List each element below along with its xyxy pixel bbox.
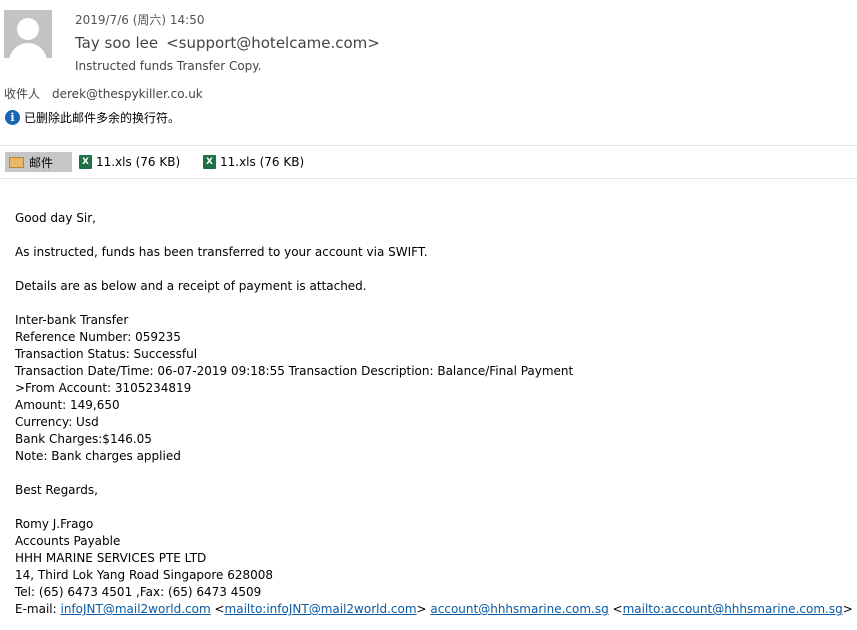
- detail-line: Reference Number: 059235: [15, 330, 181, 344]
- sender[interactable]: Tay soo lee <support@hotelcame.com>: [75, 34, 380, 52]
- mailto-link[interactable]: mailto:infoJNT@mail2world.com: [225, 602, 417, 616]
- attachment-label: 11.xls (76 KB): [96, 155, 181, 169]
- detail-line: Currency: Usd: [15, 415, 99, 429]
- email-subject: Instructed funds Transfer Copy.: [75, 59, 262, 73]
- info-notice[interactable]: i 已删除此邮件多余的换行符。: [5, 109, 180, 126]
- sender-name[interactable]: Tay soo lee: [75, 34, 158, 52]
- detail-line: Amount: 149,650: [15, 398, 120, 412]
- attachment-label: 邮件: [29, 155, 54, 170]
- email-body: Good day Sir, As instructed, funds has b…: [15, 210, 855, 618]
- body-paragraph: As instructed, funds has been transferre…: [15, 245, 428, 259]
- detail-line: Note: Bank charges applied: [15, 449, 181, 463]
- signature-line: 14, Third Lok Yang Road Singapore 628008: [15, 568, 274, 582]
- email-link[interactable]: account@hhhsmarine.com.sg: [430, 602, 608, 616]
- attachment-label: 11.xls (76 KB): [220, 155, 305, 169]
- mail-icon: [9, 156, 24, 168]
- sent-date: 2019/7/6 (周六) 14:50: [75, 13, 205, 27]
- closing: Best Regards,: [15, 483, 98, 497]
- body-paragraph: Details are as below and a receipt of pa…: [15, 279, 367, 293]
- avatar-body: [9, 43, 47, 58]
- recipient-label: 收件人: [4, 87, 41, 101]
- detail-line: Inter-bank Transfer: [15, 313, 129, 327]
- signature-line: Tel: (65) 6473 4501 ,Fax: (65) 6473 4509: [15, 585, 262, 599]
- detail-line: >From Account: 3105234819: [15, 381, 192, 395]
- signature-line: Romy J.Frago: [15, 517, 94, 531]
- mailto-link[interactable]: mailto:account@hhhsmarine.com.sg: [623, 602, 843, 616]
- recipient-address[interactable]: derek@thespykiller.co.uk: [52, 87, 203, 101]
- excel-icon: X: [79, 155, 92, 169]
- info-icon: i: [5, 110, 20, 125]
- attachment-bar: 邮件 X 11.xls (76 KB) X 11.xls (76 KB): [0, 145, 857, 179]
- notice-text[interactable]: 已删除此邮件多余的换行符。: [24, 109, 180, 126]
- email-label: E-mail:: [15, 602, 61, 616]
- attachment-message[interactable]: 邮件: [5, 152, 72, 172]
- attachment-file-2[interactable]: X 11.xls (76 KB): [203, 152, 304, 172]
- detail-line: Transaction Status: Successful: [15, 347, 198, 361]
- signature-line: HHH MARINE SERVICES PTE LTD: [15, 551, 207, 565]
- detail-line: Transaction Date/Time: 06-07-2019 09:18:…: [15, 364, 574, 378]
- attachment-file-1[interactable]: X 11.xls (76 KB): [79, 152, 180, 172]
- signature-line: Accounts Payable: [15, 534, 121, 548]
- sender-avatar: [4, 10, 52, 58]
- greeting: Good day Sir,: [15, 211, 96, 225]
- recipient-row: 收件人 derek@thespykiller.co.uk: [4, 85, 203, 102]
- avatar-head: [17, 18, 39, 40]
- sender-email[interactable]: <support@hotelcame.com>: [166, 34, 380, 52]
- excel-icon: X: [203, 155, 216, 169]
- detail-line: Bank Charges:$146.05: [15, 432, 152, 446]
- email-link[interactable]: infoJNT@mail2world.com: [60, 602, 210, 616]
- email-line: E-mail: infoJNT@mail2world.com <mailto:i…: [15, 602, 853, 616]
